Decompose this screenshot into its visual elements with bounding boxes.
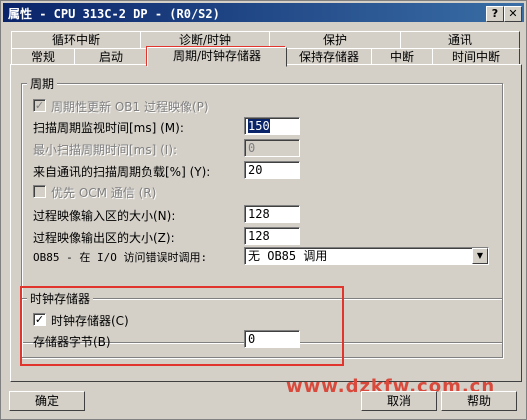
tab-protection[interactable]: 保护 <box>269 31 401 48</box>
min-scan-label: 最小扫描周期时间[ms] (I): <box>33 143 178 157</box>
output-image-input[interactable]: 128 <box>244 227 300 245</box>
clock-memory-group-title: 时钟存储器 <box>27 290 94 307</box>
cancel-button[interactable]: 取消 <box>361 391 437 411</box>
tab-cyclic-interrupt[interactable]: 循环中断 <box>11 31 141 48</box>
input-image-input[interactable]: 128 <box>244 205 300 223</box>
help-button[interactable]: 帮助 <box>441 391 517 411</box>
tab-general[interactable]: 常规 <box>11 48 75 65</box>
help-title-icon[interactable]: ? <box>486 6 504 22</box>
input-image-label: 过程映像输入区的大小(N): <box>33 209 176 223</box>
output-image-label: 过程映像输出区的大小(Z): <box>33 231 175 245</box>
cycle-group-title: 周期 <box>27 75 58 92</box>
title-bar: 属性 - CPU 313C-2 DP - (R0/S2) ? ✕ <box>3 3 524 22</box>
periodic-update-checkbox[interactable]: ✓ <box>33 99 46 112</box>
tab-time-of-day-interrupts[interactable]: 时间中断 <box>432 48 520 65</box>
scan-monitor-input[interactable]: 150 <box>244 117 300 135</box>
scan-monitor-label: 扫描周期监视时间[ms] (M): <box>33 121 184 135</box>
chevron-down-icon[interactable]: ▼ <box>472 248 488 264</box>
ocm-priority-checkbox[interactable] <box>33 185 46 198</box>
ob85-select[interactable]: 无 OB85 调用 ▼ <box>244 247 489 265</box>
ok-button[interactable]: 确定 <box>9 391 85 411</box>
memory-byte-label: 存储器字节(B) <box>33 335 111 349</box>
min-scan-input[interactable]: 0 <box>244 139 300 157</box>
clock-memory-checkbox[interactable]: ✓ <box>33 313 46 326</box>
ob85-select-value: 无 OB85 调用 <box>248 249 328 263</box>
tab-retentive-memory[interactable]: 保持存储器 <box>286 48 372 65</box>
tab-diagnostics-clock[interactable]: 诊断/时钟 <box>140 31 270 48</box>
memory-byte-input[interactable]: 0 <box>244 330 300 348</box>
tab-communication[interactable]: 通讯 <box>400 31 520 48</box>
clock-memory-label: 时钟存储器(C) <box>51 314 129 328</box>
tab-cycle-clock-memory[interactable]: 周期/时钟存储器 <box>147 47 287 67</box>
tab-interrupts[interactable]: 中断 <box>371 48 433 65</box>
window-title: 属性 - CPU 313C-2 DP - (R0/S2) <box>8 7 220 21</box>
tab-panel: 周期 ✓ 周期性更新 OB1 过程映像(P) 扫描周期监视时间[ms] (M):… <box>10 64 522 382</box>
periodic-update-label: 周期性更新 OB1 过程映像(P) <box>51 100 209 114</box>
tab-startup[interactable]: 启动 <box>74 48 148 65</box>
comm-load-label: 来自通讯的扫描周期负载[%] (Y): <box>33 165 211 179</box>
close-icon[interactable]: ✕ <box>504 6 522 22</box>
ocm-priority-label: 优先 OCM 通信 (R) <box>51 186 157 200</box>
ob85-label: OB85 - 在 I/O 访问错误时调用: <box>33 251 208 264</box>
comm-load-input[interactable]: 20 <box>244 161 300 179</box>
properties-dialog: 属性 - CPU 313C-2 DP - (R0/S2) ? ✕ 循环中断 诊断… <box>0 0 527 420</box>
